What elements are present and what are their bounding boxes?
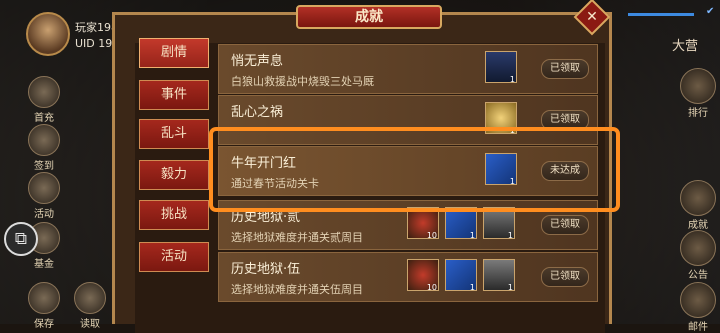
save-icon (28, 282, 60, 314)
left-menu-load[interactable]: 读取 (70, 282, 110, 330)
close-icon: ✕ (586, 9, 598, 25)
achievement-name: 乱心之祸 (231, 105, 284, 120)
left-menu-save[interactable]: 保存 (24, 282, 64, 330)
right-menu-notice[interactable]: 公告 (676, 230, 720, 281)
claimed-button[interactable]: 已领取 (541, 267, 589, 287)
achievement-desc: 选择地狱难度并通关伍周目 (231, 283, 363, 296)
achievement-desc: 选择地狱难度并通关贰周目 (231, 231, 363, 244)
player-avatar[interactable] (26, 12, 70, 56)
achievement-row: 悄无声息 白狼山救援战中烧毁三处马厩 1 已领取 (218, 44, 598, 94)
tab-story[interactable]: 剧情 (139, 38, 209, 68)
achievement-name: 悄无声息 (231, 54, 284, 69)
scroll-icon[interactable]: 1 (445, 259, 477, 292)
panel-title: 成就 (296, 5, 442, 29)
fruit-icon[interactable]: 10 (407, 259, 439, 292)
right-menu-ranking[interactable]: 排行 (676, 68, 720, 119)
tab-challenge[interactable]: 挑战 (139, 200, 209, 230)
achievement-desc: 白狼山救援战中烧毁三处马厩 (231, 75, 374, 88)
load-icon (74, 282, 106, 314)
right-menu-mail[interactable]: 邮件 (676, 282, 720, 333)
ranking-icon (680, 68, 716, 104)
soldier-icon[interactable]: 1 (485, 51, 517, 84)
right-menu-achievement[interactable]: 成就 (676, 180, 720, 231)
first-recharge-icon (28, 76, 60, 108)
tab-activity[interactable]: 活动 (139, 242, 209, 272)
orange-highlight-box (209, 127, 620, 212)
left-menu-sign-in[interactable]: 签到 (24, 124, 64, 172)
tab-brawl[interactable]: 乱斗 (139, 119, 209, 149)
check-icon: ✔ (706, 6, 715, 17)
left-menu-first-recharge[interactable]: 首充 (24, 76, 64, 124)
achievement-icon (680, 180, 716, 216)
mail-icon (680, 282, 716, 318)
notice-icon (680, 230, 716, 266)
tab-event[interactable]: 事件 (139, 80, 209, 110)
left-menu-activity[interactable]: 活动 (24, 172, 64, 220)
sign-in-icon (28, 124, 60, 156)
camp-title: 大营 (672, 39, 699, 54)
claimed-button[interactable]: 已领取 (541, 59, 589, 79)
cube-icon[interactable]: ⧉ (4, 222, 38, 256)
tab-perseverance[interactable]: 毅力 (139, 160, 209, 190)
achievement-name: 历史地狱·伍 (231, 262, 301, 277)
general-icon[interactable]: 1 (483, 259, 515, 292)
claimed-button[interactable]: 已领取 (541, 215, 589, 235)
progress-bar (628, 13, 694, 16)
activity-icon (28, 172, 60, 204)
achievement-row: 历史地狱·伍 选择地狱难度并通关伍周目 10 1 1 已领取 (218, 252, 598, 302)
